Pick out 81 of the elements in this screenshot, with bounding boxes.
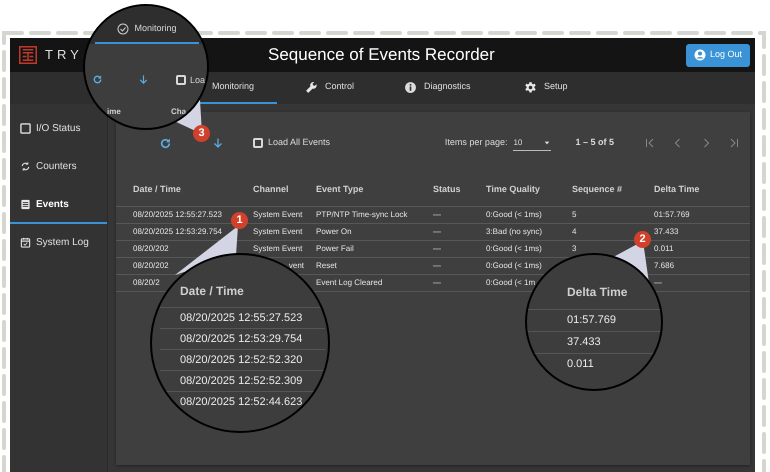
- column-header: Delta Time: [654, 183, 700, 196]
- caret-icon: [543, 138, 552, 146]
- table-cell: 01:57.769: [654, 209, 690, 221]
- table-cell: 37.433: [654, 226, 678, 238]
- items-per-page-select[interactable]: 10: [513, 135, 552, 151]
- table-cell: —: [433, 209, 441, 221]
- table-cell: 7.686: [654, 260, 674, 272]
- cycle-icon: [20, 160, 31, 172]
- column-header: Cha: [171, 106, 186, 118]
- user-icon: [694, 49, 706, 61]
- table-cell: Power Fail: [316, 243, 354, 255]
- table-cell: 08/20/2: [133, 277, 160, 289]
- refresh-icon[interactable]: [92, 74, 103, 85]
- table-cell: 3: [572, 243, 576, 255]
- sidebar-item[interactable]: Counters: [20, 158, 77, 174]
- table-cell: —: [433, 277, 441, 289]
- column-header: Date / Time: [133, 183, 181, 196]
- table-cell: vent: [288, 260, 304, 272]
- nav-tab[interactable]: Setup: [497, 72, 597, 104]
- table-cell-text: 01:57.769: [567, 313, 616, 328]
- items-per-page-label: Items per page:: [444, 136, 508, 150]
- column-header: Event Type: [316, 183, 364, 196]
- table-cell: PTP/NTP Time-sync Lock: [316, 209, 408, 221]
- load-all-checkbox[interactable]: [176, 75, 186, 85]
- table-cell: 08/20/2025 12:55:27.523: [133, 209, 222, 221]
- table-cell-text: 08/20/2025 12:53:29.754: [180, 332, 302, 347]
- column-header: Time Quality: [486, 183, 540, 196]
- table-cell: —: [433, 243, 441, 255]
- check-circle-icon: [117, 23, 130, 35]
- last-page-icon[interactable]: [728, 137, 740, 149]
- table-cell: 0:Good (< 1ms): [486, 243, 542, 255]
- first-page-icon[interactable]: [644, 137, 656, 149]
- table-cell-text: 08/20/2025 12:52:44.623: [180, 394, 302, 410]
- page-range: 1 – 5 of 5: [575, 136, 614, 150]
- column-header: Channel: [253, 183, 289, 196]
- nav-tab[interactable]: Control: [277, 72, 377, 104]
- app-title: Sequence of Events Recorder: [268, 44, 495, 66]
- table-cell: 5: [572, 209, 576, 221]
- table-cell: 08/20/202: [133, 243, 169, 255]
- table-cell: 0.011: [654, 243, 674, 255]
- table-cell: 08/20/202: [133, 260, 169, 272]
- download-icon[interactable]: [138, 74, 149, 85]
- download-icon[interactable]: [212, 137, 224, 149]
- table-cell: —: [433, 226, 441, 238]
- table-cell: 4: [572, 226, 576, 238]
- table-cell: 08/20/2025 12:53:29.754: [133, 226, 222, 238]
- table-cell: System Event: [253, 209, 302, 221]
- table-cell-text: 0.011: [567, 357, 594, 372]
- refresh-icon[interactable]: [159, 136, 172, 150]
- sidebar-item[interactable]: I/O Status: [20, 120, 80, 136]
- calendar-icon: [20, 236, 31, 248]
- column-header: Status: [433, 183, 461, 196]
- table-cell: 3:Bad (no sync): [486, 226, 542, 238]
- logo-text: TRY: [45, 46, 83, 64]
- table-cell: —: [433, 260, 441, 272]
- table-cell-text: 08/20/2025 12:55:27.523: [180, 310, 302, 326]
- checkbox-icon: [20, 122, 31, 134]
- table-cell: 0:Good (< 1ms): [486, 209, 542, 221]
- column-header: Delta Time: [567, 285, 628, 299]
- table-cell: Reset: [316, 260, 337, 272]
- list-icon: [20, 198, 31, 210]
- sidebar-item[interactable]: System Log: [20, 234, 89, 250]
- column-header: Date / Time: [180, 284, 244, 298]
- table-cell: Event Log Cleared: [316, 277, 382, 289]
- nav-tab[interactable]: Diagnostics: [377, 72, 497, 104]
- table-cell-text: 08/20/2025 12:52:52.320: [180, 352, 302, 368]
- table-cell-text: 37.433: [567, 335, 601, 350]
- table-cell: System Event: [253, 243, 302, 255]
- logo-icon: [19, 46, 37, 64]
- column-header: ime: [107, 106, 121, 118]
- load-all-checkbox[interactable]: [253, 138, 263, 148]
- table-cell-text: 08/20/2025 12:52:52.309: [180, 374, 302, 389]
- sidebar-item[interactable]: Events: [20, 196, 69, 212]
- table-cell: 0:Good (< 1ms): [486, 260, 542, 272]
- checkbox-label: Load All Events: [268, 136, 330, 150]
- table-cell: 0:Good (< 1m: [486, 277, 536, 289]
- checkbox-label: Loa: [190, 74, 206, 87]
- table-cell: Power On: [316, 226, 352, 238]
- table-cell: —: [654, 277, 662, 289]
- column-header: Sequence #: [572, 183, 622, 196]
- table-cell: System Event: [253, 226, 302, 238]
